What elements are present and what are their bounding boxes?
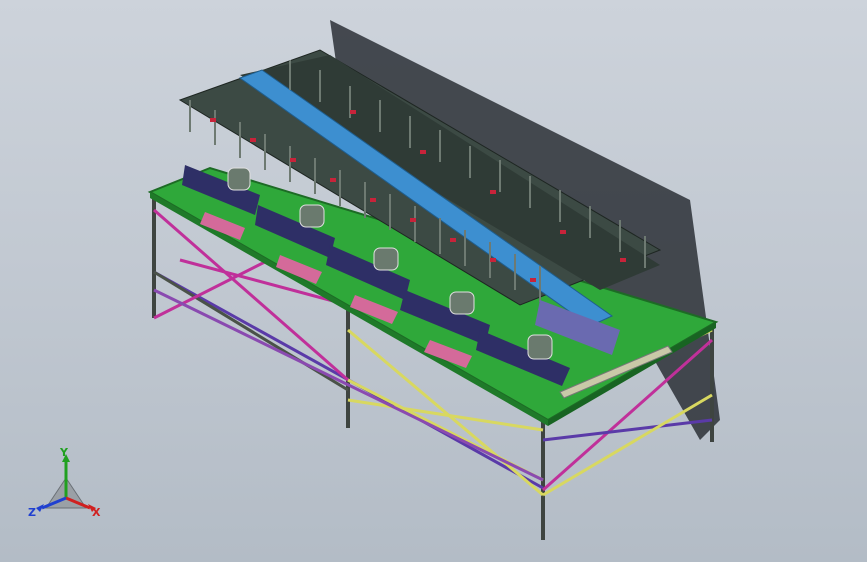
assembly-model[interactable] bbox=[0, 0, 867, 562]
y-axis-label: Y bbox=[59, 448, 69, 459]
graphics-viewport[interactable]: Y X Z bbox=[0, 0, 867, 562]
z-axis-label: Z bbox=[28, 506, 36, 519]
coordinate-triad: Y X Z bbox=[28, 448, 101, 519]
x-axis-label: X bbox=[92, 506, 101, 519]
